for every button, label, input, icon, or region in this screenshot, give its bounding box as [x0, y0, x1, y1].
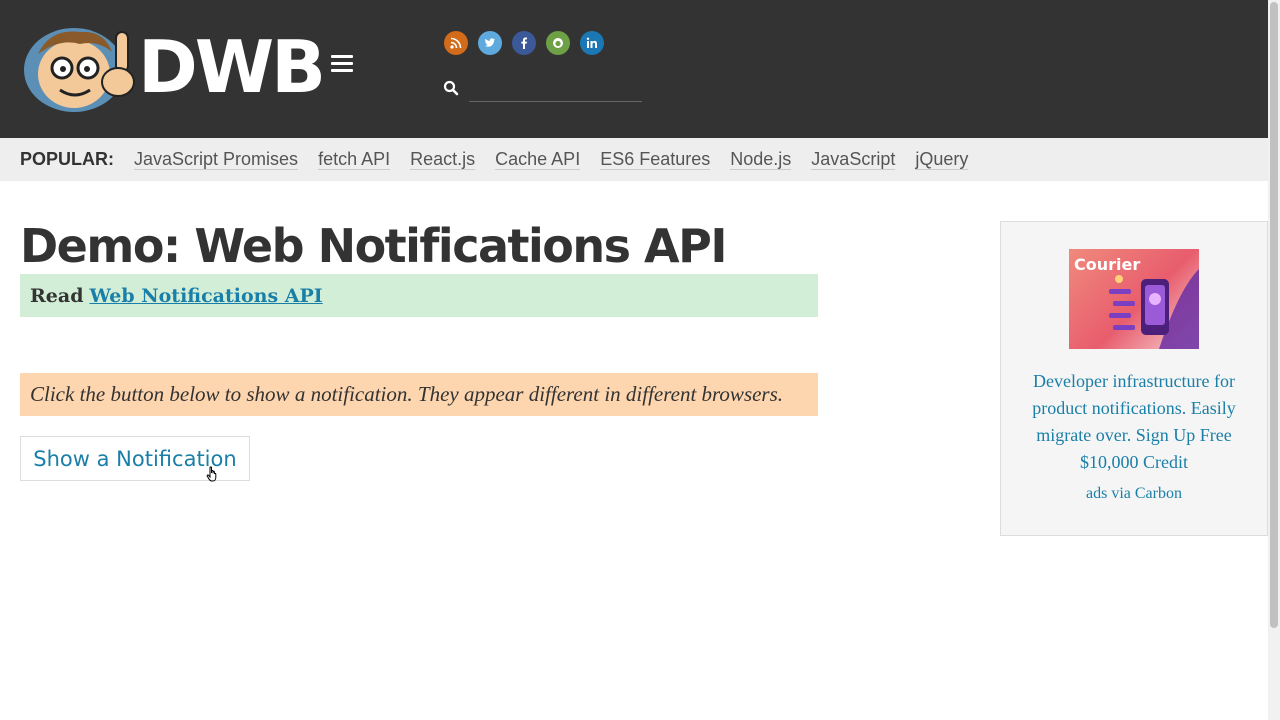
- scrollbar[interactable]: [1268, 0, 1280, 720]
- popular-link[interactable]: ES6 Features: [600, 149, 711, 170]
- popular-link[interactable]: JavaScript Promises: [134, 149, 299, 170]
- page-title: Demo: Web Notifications API: [20, 219, 727, 273]
- hamburger-menu-icon[interactable]: [331, 55, 353, 73]
- scrollbar-thumb[interactable]: [1270, 2, 1278, 628]
- info-message: Click the button below to show a notific…: [20, 373, 818, 416]
- popular-label: POPULAR:: [20, 149, 114, 169]
- popular-link[interactable]: Cache API: [495, 149, 581, 170]
- twitter-icon[interactable]: [478, 31, 502, 55]
- popular-link[interactable]: JavaScript: [811, 149, 896, 170]
- logo-mascot-icon[interactable]: [20, 24, 136, 114]
- site-header: DWB: [0, 0, 1268, 138]
- logo-text[interactable]: DWB: [138, 22, 326, 112]
- popular-link[interactable]: fetch API: [318, 149, 391, 170]
- popular-link[interactable]: Node.js: [730, 149, 792, 170]
- search-icon: [443, 80, 459, 96]
- popular-link[interactable]: React.js: [410, 149, 476, 170]
- article-link[interactable]: Web Notifications API: [89, 285, 322, 307]
- ad-description[interactable]: Developer infrastructure for product not…: [1016, 368, 1252, 476]
- linkedin-icon[interactable]: [580, 31, 604, 55]
- ad-image[interactable]: Courier: [1069, 249, 1199, 349]
- ad-illustration-icon: [1109, 269, 1199, 349]
- read-prefix: Read: [30, 284, 84, 307]
- hand-cursor-icon: [206, 466, 217, 482]
- search-input[interactable]: [469, 74, 642, 102]
- popular-link[interactable]: jQuery: [915, 149, 969, 170]
- read-article-box: Read Web Notifications API: [20, 274, 818, 317]
- carbon-ad[interactable]: Courier Developer infrastructure for pro…: [1000, 221, 1268, 536]
- rss-icon[interactable]: [444, 31, 468, 55]
- ad-attribution[interactable]: ads via Carbon: [1001, 485, 1267, 503]
- github-icon[interactable]: [546, 31, 570, 55]
- facebook-icon[interactable]: [512, 31, 536, 55]
- popular-bar: POPULAR: JavaScript Promises fetch API R…: [0, 138, 1268, 181]
